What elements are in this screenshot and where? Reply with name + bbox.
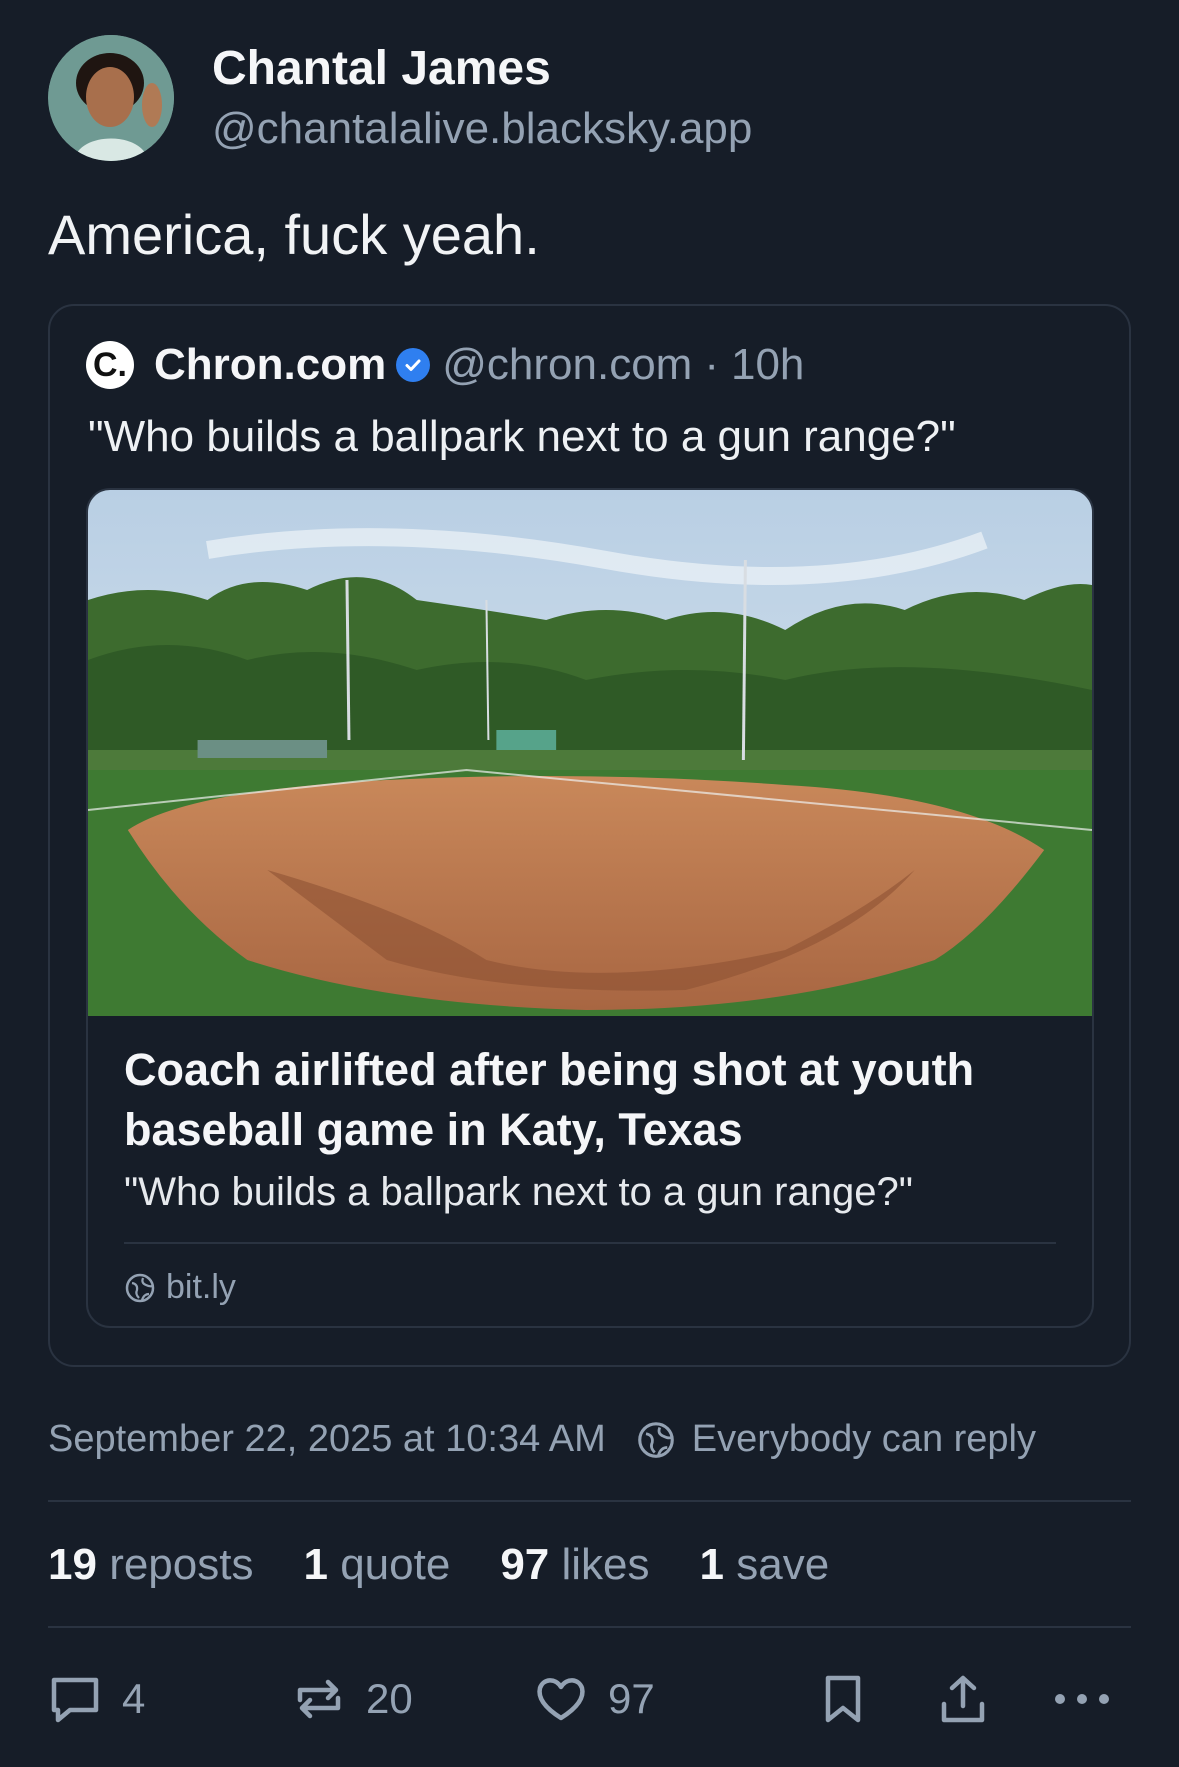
avatar[interactable] — [48, 35, 174, 161]
like-button[interactable]: 97 — [532, 1670, 655, 1728]
divider — [48, 1626, 1131, 1628]
reposts-label: reposts — [109, 1540, 254, 1589]
more-options-icon — [1055, 1694, 1109, 1704]
post-timestamp: September 22, 2025 at 10:34 AM — [48, 1418, 606, 1460]
action-bar: 4 20 97 — [0, 1670, 1179, 1730]
share-button[interactable] — [934, 1670, 1010, 1728]
quoted-post[interactable]: C. Chron.com @chron.com · 10h "Who build… — [48, 304, 1131, 1367]
post-author[interactable]: Chantal James @chantalalive.blacksky.app — [48, 34, 752, 162]
reposts-stat[interactable]: 19 reposts — [48, 1540, 253, 1590]
header-separator: · — [704, 340, 719, 389]
globe-icon — [637, 1421, 674, 1458]
reposts-count: 19 — [48, 1540, 97, 1589]
saves-label: save — [736, 1540, 830, 1589]
bookmark-icon — [825, 1675, 861, 1723]
reply-count: 4 — [122, 1675, 146, 1722]
quoted-author-handle[interactable]: @chron.com — [442, 340, 692, 390]
quoted-post-text: "Who builds a ballpark next to a gun ran… — [88, 412, 956, 461]
link-card-divider — [124, 1242, 1056, 1244]
quoted-author-name[interactable]: Chron.com — [154, 340, 386, 390]
reply-icon — [51, 1677, 99, 1723]
saves-count: 1 — [699, 1540, 725, 1589]
author-handle[interactable]: @chantalalive.blacksky.app — [212, 101, 752, 156]
quotes-count: 1 — [303, 1540, 328, 1589]
divider — [48, 1500, 1131, 1502]
avatar-image — [48, 35, 174, 161]
likes-stat[interactable]: 97 likes — [500, 1540, 649, 1590]
link-domain-text: bit.ly — [166, 1268, 236, 1306]
reply-setting: Everybody can reply — [691, 1418, 1037, 1460]
save-button[interactable] — [814, 1670, 890, 1728]
share-icon — [941, 1675, 985, 1723]
more-button[interactable] — [1050, 1670, 1132, 1728]
repost-count: 20 — [366, 1675, 413, 1722]
repost-icon — [297, 1679, 341, 1719]
post-meta: September 22, 2025 at 10:34 AM Everybody… — [48, 1418, 1036, 1461]
link-card-image — [88, 490, 1092, 1016]
link-card-domain[interactable]: bit.ly — [124, 1268, 236, 1307]
reply-button[interactable]: 4 — [46, 1670, 145, 1728]
engagement-stats: 19 reposts 1 quote 97 likes 1 save — [48, 1540, 879, 1590]
post-text: America, fuck yeah. — [48, 203, 540, 266]
verified-check-icon — [396, 348, 431, 382]
like-count: 97 — [608, 1675, 655, 1722]
quotes-label: quote — [340, 1540, 451, 1589]
globe-icon — [125, 1273, 155, 1302]
chron-logo-avatar[interactable]: C. — [86, 341, 134, 389]
author-name[interactable]: Chantal James — [212, 40, 752, 98]
repost-button[interactable]: 20 — [290, 1670, 413, 1728]
quotes-stat[interactable]: 1 quote — [303, 1540, 450, 1590]
quoted-post-header: C. Chron.com @chron.com · 10h — [86, 340, 804, 390]
link-card-title[interactable]: Coach airlifted after being shot at yout… — [124, 1040, 1056, 1160]
link-card[interactable]: Coach airlifted after being shot at yout… — [86, 488, 1094, 1328]
link-card-description: "Who builds a ballpark next to a gun ran… — [124, 1170, 913, 1214]
heart-icon — [537, 1678, 585, 1721]
likes-label: likes — [561, 1540, 650, 1589]
saves-stat[interactable]: 1 save — [700, 1540, 830, 1590]
quoted-post-age: 10h — [730, 340, 805, 389]
likes-count: 97 — [500, 1540, 550, 1589]
